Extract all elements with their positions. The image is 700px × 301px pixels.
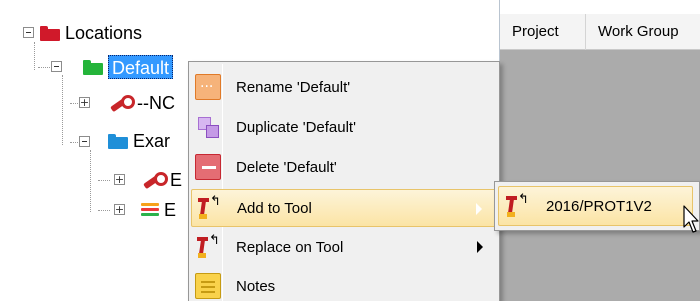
column-header-work-group[interactable]: Work Group [586,14,700,50]
submenu-arrow-icon [476,203,482,215]
mouse-cursor-icon [683,205,699,233]
tree-item-label: Locations [65,22,143,43]
tree-item-label: --NC [137,92,175,113]
rename-icon [195,74,221,100]
column-header-project[interactable]: Project [500,13,586,50]
expand-toggle[interactable] [79,97,90,108]
context-menu: Rename 'Default' Duplicate 'Default' Del… [188,61,500,301]
menu-item-replace-on-tool[interactable]: ↰ Replace on Tool [191,228,497,266]
tree-item-exar[interactable]: Exar [108,128,170,154]
submenu-item-label: 2016/PROT1V2 [546,197,652,215]
grid-toolbar-strip [500,0,700,14]
menu-item-label: Delete 'Default' [236,158,337,176]
tree-item-label: Exar [133,130,171,151]
menu-item-duplicate[interactable]: Duplicate 'Default' [191,108,497,146]
expand-toggle[interactable] [114,204,125,215]
delete-icon [195,154,221,180]
green-folder-icon [83,59,103,75]
tree-item-nc[interactable]: --NC [108,90,175,116]
tree-connector [98,210,110,211]
menu-item-label: Add to Tool [237,199,312,217]
grid-header: Project Work Group [500,13,700,50]
expand-toggle[interactable] [114,174,125,185]
data-grid: Project Work Group [500,0,700,301]
add-to-tool-submenu: ↰ 2016/PROT1V2 [494,181,700,231]
tree-item-e-layers[interactable]: E [141,197,176,223]
tree-connector [62,75,63,145]
submenu-item-tool[interactable]: ↰ 2016/PROT1V2 [498,186,693,226]
wrench-icon [141,171,168,189]
tree-connector [34,42,35,70]
blue-folder-icon [108,133,128,149]
menu-item-delete[interactable]: Delete 'Default' [191,148,497,186]
tree-item-locations[interactable]: Locations [40,20,142,46]
menu-item-label: Notes [236,277,276,295]
submenu-arrow-icon [477,241,483,253]
tool-icon: ↰ [196,195,222,221]
tree-item-e-tool[interactable]: E [141,167,182,193]
menu-item-add-to-tool[interactable]: ↰ Add to Tool [191,189,497,227]
tree-item-label: E [164,199,177,220]
collapse-toggle[interactable] [23,27,34,38]
menu-item-label: Replace on Tool [236,238,344,256]
tool-icon: ↰ [504,193,530,219]
tree-item-label-selected: Default [108,55,174,79]
collapse-toggle[interactable] [79,136,90,147]
collapse-toggle[interactable] [51,61,62,72]
tree-item-default[interactable]: Default [83,54,174,80]
duplicate-icon [195,114,221,140]
layers-icon [141,202,159,218]
tool-icon: ↰ [195,234,221,260]
menu-item-label: Rename 'Default' [236,78,351,96]
red-folder-icon [40,25,60,41]
wrench-icon [108,94,135,112]
menu-item-label: Duplicate 'Default' [236,118,356,136]
menu-item-rename[interactable]: Rename 'Default' [191,68,497,106]
tree-item-label: E [170,169,183,190]
menu-item-notes[interactable]: Notes [191,267,497,301]
tree-connector [98,180,110,181]
tree-connector [90,150,91,212]
notes-icon [195,273,221,299]
tree-connector [38,67,50,68]
